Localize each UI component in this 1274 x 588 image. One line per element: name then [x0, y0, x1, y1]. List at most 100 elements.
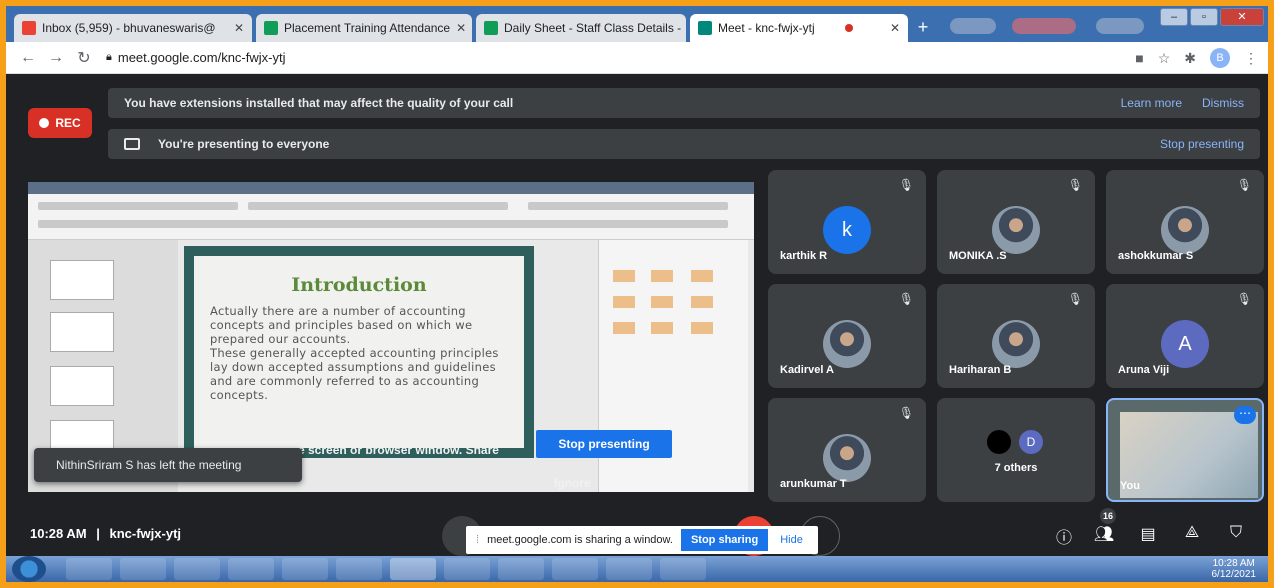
forward-arrow-icon[interactable]: → [42, 49, 70, 67]
close-icon[interactable]: ✕ [450, 21, 466, 35]
extensions-icon[interactable]: ✱ [1184, 50, 1196, 67]
app-icon[interactable] [444, 558, 490, 580]
slide-paragraph: These generally accepted accounting prin… [210, 346, 499, 402]
participant-tile[interactable]: 🎙︎ arunkumar T [768, 398, 926, 502]
app-icon[interactable] [336, 558, 382, 580]
meeting-time: 10:28 AM [30, 526, 87, 541]
close-icon[interactable]: ✕ [884, 21, 900, 35]
app-icon[interactable] [660, 558, 706, 580]
powerpoint-title-bar [28, 182, 754, 194]
avatar [992, 206, 1040, 254]
people-icon[interactable]: 👥︎ [1092, 524, 1116, 544]
file-explorer-icon[interactable] [120, 558, 166, 580]
screen: Inbox (5,959) - bhuvaneswaris@ ✕ Placeme… [6, 6, 1268, 582]
presenting-text: You're presenting to everyone [158, 137, 330, 151]
participant-name: arunkumar T [780, 478, 847, 490]
avatar: A [1161, 320, 1209, 368]
shared-screen: Introduction Actually there are a number… [28, 182, 754, 492]
gmail-icon [22, 21, 36, 35]
mic-off-icon: 🎙︎ [1067, 292, 1083, 306]
tab-inbox[interactable]: Inbox (5,959) - bhuvaneswaris@ ✕ [14, 14, 252, 42]
app-icon[interactable] [552, 558, 598, 580]
host-controls-icon[interactable]: ⛉ [1224, 524, 1248, 542]
participant-tile[interactable]: 🎙︎ ashokkumar S [1106, 170, 1264, 274]
self-video [1120, 412, 1258, 498]
avatar [823, 320, 871, 368]
menu-kebab-icon[interactable]: ⋮ [1244, 50, 1258, 67]
ignore-button[interactable]: Ignore [554, 476, 591, 490]
start-button[interactable] [12, 556, 46, 582]
more-options-button[interactable]: ⋯ [1234, 406, 1256, 424]
participant-name: ashokkumar S [1118, 250, 1194, 262]
meet-main: REC You have extensions installed that m… [6, 74, 1268, 556]
self-video-tile[interactable]: ⋯ You [1106, 398, 1264, 502]
chrome-icon[interactable] [390, 558, 436, 580]
lock-icon: 🔒︎ [106, 51, 112, 63]
presenting-banner: You're presenting to everyone Stop prese… [108, 129, 1260, 159]
mic-off-icon: 🎙︎ [1236, 178, 1252, 192]
chat-icon[interactable]: ▤ [1136, 524, 1160, 544]
window-close-button[interactable]: ✕ [1220, 8, 1264, 26]
slide-paragraph: Actually there are a number of accountin… [210, 304, 473, 346]
self-label: You [1120, 480, 1140, 492]
current-slide: Introduction Actually there are a number… [184, 246, 534, 458]
close-icon[interactable]: ✕ [681, 21, 686, 35]
participant-name: karthik R [780, 250, 828, 262]
url-field[interactable]: 🔒︎ meet.google.com/knc-fwjx-ytj [106, 50, 285, 65]
profile-avatar[interactable]: B [1210, 48, 1230, 68]
camera-icon[interactable]: ■ [1135, 50, 1143, 66]
hide-button[interactable]: Hide [780, 534, 803, 546]
maximize-button[interactable]: ▫ [1190, 8, 1218, 26]
reload-icon[interactable]: ↻ [70, 48, 98, 68]
new-tab-button[interactable]: + [911, 16, 935, 38]
participant-tile[interactable]: 🎙︎ Kadirvel A [768, 284, 926, 388]
stop-presenting-button[interactable]: Stop presenting [536, 430, 672, 458]
others-tile[interactable]: D 7 others [937, 398, 1095, 502]
paint-icon[interactable] [282, 558, 328, 580]
info-icon[interactable]: ⓘ [1052, 524, 1076, 548]
tab-daily-sheet[interactable]: Daily Sheet - Staff Class Details - ✕ [476, 14, 686, 42]
blurred-region [1096, 18, 1144, 34]
drag-handle-icon[interactable]: ⁞ [476, 534, 479, 546]
sheets-icon [264, 21, 278, 35]
sheets-icon [484, 21, 498, 35]
participant-tile[interactable]: 🎙︎ MONIKA .S [937, 170, 1095, 274]
url-text: meet.google.com/knc-fwjx-ytj [117, 50, 286, 65]
participant-name: Kadirvel A [780, 364, 835, 376]
others-count: 7 others [994, 462, 1038, 474]
powerpoint-ribbon [28, 194, 754, 240]
activities-icon[interactable]: ⟁ [1180, 524, 1204, 542]
app-icon[interactable] [498, 558, 544, 580]
notepad-icon[interactable] [228, 558, 274, 580]
stop-sharing-button[interactable]: Stop sharing [680, 529, 769, 551]
rec-label: REC [55, 116, 81, 130]
system-clock[interactable]: 10:28 AM 6/12/2021 [1212, 558, 1257, 580]
mic-off-icon: 🎙︎ [898, 178, 914, 192]
tab-placement-attendance[interactable]: Placement Training Attendance ✕ [256, 14, 472, 42]
people-count-badge: 16 [1100, 508, 1116, 524]
close-icon[interactable]: ✕ [228, 21, 244, 35]
meeting-code: knc-fwjx-ytj [109, 526, 182, 541]
mic-off-icon: 🎙︎ [1236, 292, 1252, 306]
app-icon[interactable] [606, 558, 652, 580]
recording-dot-icon [845, 24, 854, 32]
minimize-button[interactable]: – [1160, 8, 1188, 26]
participant-name: Hariharan B [949, 364, 1012, 376]
participant-tile[interactable]: 🎙︎ k karthik R [768, 170, 926, 274]
present-screen-icon [124, 138, 140, 150]
dismiss-button[interactable]: Dismiss [1202, 96, 1244, 110]
blurred-region [1012, 18, 1076, 34]
participant-tile[interactable]: 🎙︎ A Aruna Viji [1106, 284, 1264, 388]
learn-more-link[interactable]: Learn more [1121, 96, 1182, 110]
meeting-details: 10:28 AM | knc-fwjx-ytj [30, 526, 181, 541]
participant-tile[interactable]: 🎙︎ Hariharan B [937, 284, 1095, 388]
back-arrow-icon[interactable]: ← [14, 49, 42, 67]
tab-meet[interactable]: Meet - knc-fwjx-ytj ✕ [690, 14, 908, 42]
bookmark-star-icon[interactable]: ☆ [1158, 50, 1171, 67]
media-player-icon[interactable] [174, 558, 220, 580]
participant-name: Aruna Viji [1118, 364, 1170, 376]
slide-title: Introduction [291, 274, 427, 296]
stop-presenting-link[interactable]: Stop presenting [1160, 137, 1244, 151]
internet-explorer-icon[interactable] [66, 558, 112, 580]
extension-warning-banner: You have extensions installed that may a… [108, 88, 1260, 118]
